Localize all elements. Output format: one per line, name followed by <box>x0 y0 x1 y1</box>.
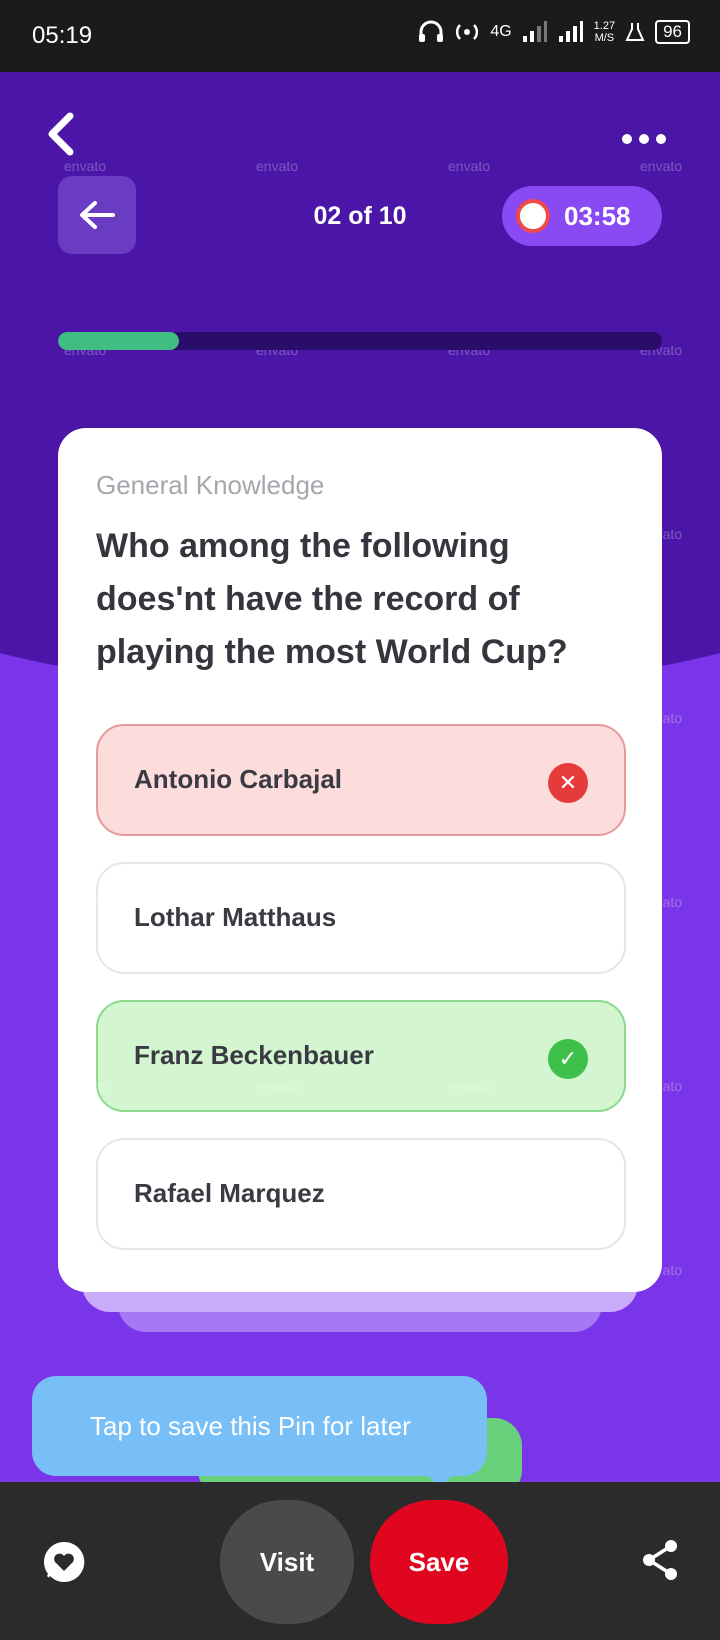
save-pin-toast[interactable]: Tap to save this Pin for later <box>32 1376 487 1476</box>
watermark: envato <box>448 894 491 910</box>
visit-button[interactable]: Visit <box>220 1500 354 1624</box>
watermark: envato <box>64 894 107 910</box>
battery-indicator: 96 <box>655 20 690 44</box>
question-counter: 02 of 10 <box>313 202 407 230</box>
answer-option[interactable]: Lothar Matthaus <box>96 862 626 974</box>
answer-option[interactable]: Antonio Carbajal ✕ <box>96 724 626 836</box>
chat-heart-icon[interactable] <box>42 1540 86 1584</box>
arrow-left-icon <box>80 201 115 229</box>
quiz-progress-fill <box>58 332 179 350</box>
answer-label: Lothar Matthaus <box>134 902 337 932</box>
headphones-icon <box>419 20 444 42</box>
question-category: General Knowledge <box>96 470 325 500</box>
watermark: envato <box>640 710 683 726</box>
check-icon: ✓ <box>548 1039 588 1079</box>
status-time: 05:19 <box>32 22 93 49</box>
save-button[interactable]: Save <box>370 1500 508 1624</box>
watermark: envato <box>64 1078 107 1094</box>
question-card: General Knowledge Who among the followin… <box>58 428 662 1292</box>
back-button[interactable] <box>58 176 136 254</box>
quiz-progress-bar <box>58 332 662 350</box>
watermark: envato <box>64 710 107 726</box>
status-bar: 05:19 4G 1.27 M/S 96 <box>0 0 720 72</box>
watermark: envato <box>448 1078 491 1094</box>
answer-label: Antonio Carbajal <box>134 764 343 794</box>
countdown-timer: 03:58 <box>502 186 662 246</box>
timer-value: 03:58 <box>564 200 631 231</box>
watermark: envato <box>256 1078 299 1094</box>
wrong-x-icon: ✕ <box>548 763 588 803</box>
network-type-label: 4G <box>490 23 512 40</box>
watermark: envato <box>256 158 299 174</box>
answer-label: Rafael Marquez <box>134 1178 325 1208</box>
watermark: envato <box>448 710 491 726</box>
watermark: envato <box>448 158 491 174</box>
signal-2-icon <box>558 21 583 42</box>
hotspot-icon <box>456 24 479 40</box>
answer-label: Franz Beckenbauer <box>134 1040 374 1070</box>
pin-action-bar: Visit Save <box>0 1482 720 1640</box>
watermark: envato <box>640 526 683 542</box>
status-icons: 4G 1.27 M/S 96 <box>418 20 690 44</box>
question-text: Who among the following does'nt have the… <box>96 527 568 671</box>
watermark: envato <box>640 894 683 910</box>
watermark: envato <box>640 1078 683 1094</box>
watermark: envato <box>64 158 107 174</box>
more-options-icon[interactable] <box>622 134 666 144</box>
signal-icon <box>522 21 547 42</box>
watermark: envato <box>64 526 107 542</box>
clock-icon <box>516 199 550 233</box>
answer-option[interactable]: Franz Beckenbauer ✓ <box>96 1000 626 1112</box>
chevron-left-icon[interactable] <box>40 110 80 158</box>
flask-icon <box>625 23 645 41</box>
quiz-screen: envato envato envato envato envato envat… <box>0 72 720 1482</box>
watermark: envato <box>256 710 299 726</box>
answer-option[interactable]: Rafael Marquez <box>96 1138 626 1250</box>
watermark: envato <box>640 158 683 174</box>
watermark: envato <box>640 1262 683 1278</box>
network-speed: 1.27 M/S <box>593 20 616 44</box>
toast-text: Tap to save this Pin for later <box>90 1410 411 1441</box>
share-icon[interactable] <box>640 1538 680 1582</box>
